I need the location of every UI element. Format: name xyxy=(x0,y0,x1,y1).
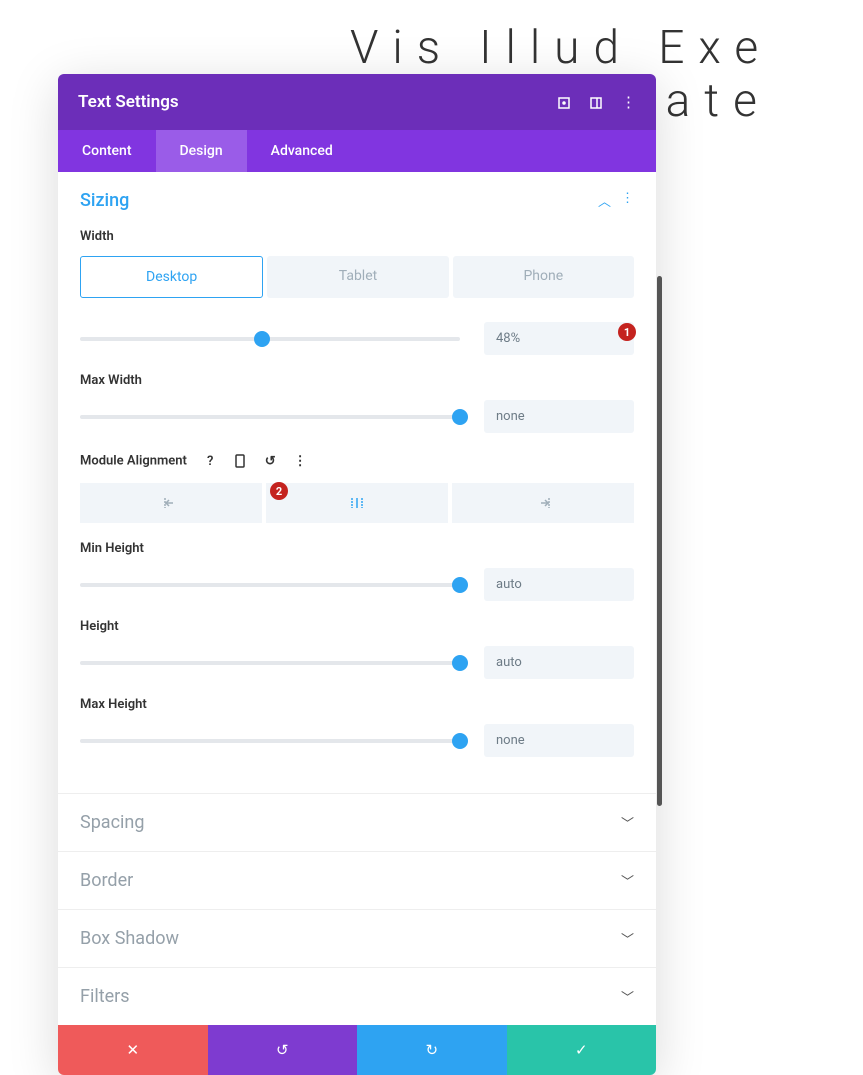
maxheight-input[interactable]: none xyxy=(484,724,634,757)
height-row: auto xyxy=(80,646,634,679)
annotation-marker-1: 1 xyxy=(618,323,636,341)
panel-header: Text Settings ⋮ xyxy=(58,74,656,130)
align-options: 2 xyxy=(80,483,634,523)
device-phone[interactable]: Phone xyxy=(453,256,634,298)
section-box-shadow[interactable]: Box Shadow ﹀ xyxy=(58,909,656,967)
chevron-down-icon: ﹀ xyxy=(621,871,634,890)
maxwidth-input[interactable]: none xyxy=(484,400,634,433)
section-filters[interactable]: Filters ﹀ xyxy=(58,967,656,1025)
undo-button[interactable]: ↺ xyxy=(208,1025,358,1075)
height-input[interactable]: auto xyxy=(484,646,634,679)
scrollbar[interactable] xyxy=(657,276,662,806)
maxheight-slider[interactable] xyxy=(80,730,460,752)
chevron-down-icon: ﹀ xyxy=(621,929,634,948)
align-label: Module Alignment ? ↺ ⋮ xyxy=(80,451,634,471)
maxwidth-label: Max Width xyxy=(80,373,634,388)
align-right[interactable] xyxy=(452,483,634,523)
height-label: Height xyxy=(80,619,634,634)
minheight-slider[interactable] xyxy=(80,574,460,596)
tab-design[interactable]: Design xyxy=(156,130,247,172)
annotation-marker-2: 2 xyxy=(270,482,288,500)
section-title: Spacing xyxy=(80,812,144,833)
panel-body: Sizing ︿ ⋮ Width Desktop Tablet Phone 48… xyxy=(58,172,656,1025)
section-title: Box Shadow xyxy=(80,928,179,949)
save-button[interactable]: ✓ xyxy=(507,1025,657,1075)
device-desktop[interactable]: Desktop xyxy=(80,256,263,298)
width-row: 48% 1 xyxy=(80,322,634,355)
settings-panel: Text Settings ⋮ Content Design Advanced … xyxy=(58,74,656,1075)
panel-footer: ✕ ↺ ↻ ✓ xyxy=(58,1025,656,1075)
tab-content[interactable]: Content xyxy=(58,130,156,172)
expand-icon[interactable] xyxy=(557,93,571,111)
section-sizing: Sizing ︿ ⋮ Width Desktop Tablet Phone 48… xyxy=(58,172,656,793)
width-label: Width xyxy=(80,229,634,244)
header-actions: ⋮ xyxy=(557,93,636,111)
width-input[interactable]: 48% xyxy=(484,322,634,355)
phone-icon[interactable] xyxy=(230,451,250,471)
align-more-icon[interactable]: ⋮ xyxy=(290,451,310,471)
chevron-down-icon: ﹀ xyxy=(621,987,634,1006)
section-title: Filters xyxy=(80,986,130,1007)
section-border[interactable]: Border ﹀ xyxy=(58,851,656,909)
more-icon[interactable]: ⋮ xyxy=(621,93,636,111)
section-spacing[interactable]: Spacing ﹀ xyxy=(58,793,656,851)
cancel-button[interactable]: ✕ xyxy=(58,1025,208,1075)
maxwidth-slider[interactable] xyxy=(80,406,460,428)
maxheight-label: Max Height xyxy=(80,697,634,712)
chevron-down-icon: ﹀ xyxy=(621,813,634,832)
main-tabs: Content Design Advanced xyxy=(58,130,656,172)
maxheight-row: none xyxy=(80,724,634,757)
dock-icon[interactable] xyxy=(589,93,603,111)
help-icon[interactable]: ? xyxy=(200,451,220,471)
section-more-icon[interactable]: ⋮ xyxy=(621,191,634,210)
align-left[interactable] xyxy=(80,483,262,523)
minheight-input[interactable]: auto xyxy=(484,568,634,601)
tab-advanced[interactable]: Advanced xyxy=(247,130,357,172)
section-title: Sizing xyxy=(80,190,129,211)
device-tablet[interactable]: Tablet xyxy=(267,256,448,298)
height-slider[interactable] xyxy=(80,652,460,674)
width-slider[interactable] xyxy=(80,328,460,350)
align-center[interactable] xyxy=(266,483,448,523)
collapse-icon[interactable]: ︿ xyxy=(598,191,611,210)
reset-icon[interactable]: ↺ xyxy=(260,451,280,471)
section-header: Sizing ︿ ⋮ xyxy=(80,190,634,211)
section-title: Border xyxy=(80,870,133,891)
minheight-label: Min Height xyxy=(80,541,634,556)
redo-button[interactable]: ↻ xyxy=(357,1025,507,1075)
minheight-row: auto xyxy=(80,568,634,601)
device-tabs: Desktop Tablet Phone xyxy=(80,256,634,298)
panel-title: Text Settings xyxy=(78,92,179,112)
maxwidth-row: none xyxy=(80,400,634,433)
